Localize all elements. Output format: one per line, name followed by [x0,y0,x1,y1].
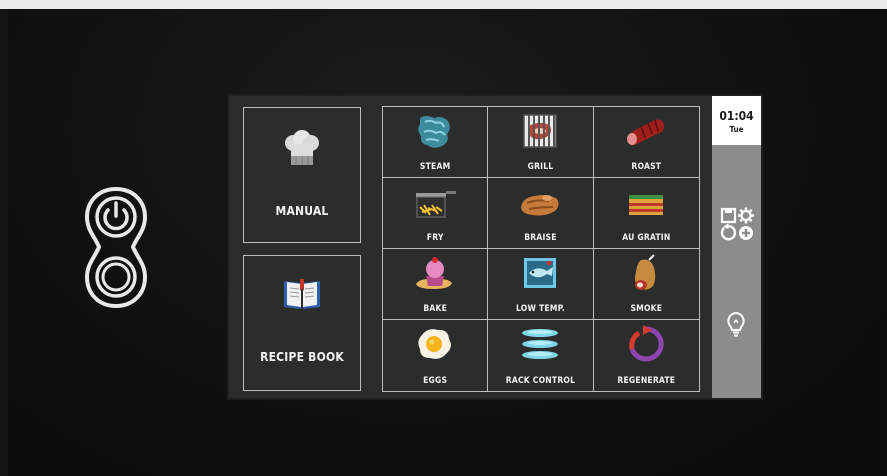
restart-icon [720,223,737,241]
program-grill-label: GRILL [527,162,554,172]
clock-day: Tue [729,125,744,134]
program-low-temp[interactable]: LOW TEMP. [488,249,594,320]
program-bake-label: BAKE [423,304,448,314]
program-fry[interactable]: FRY [383,178,489,249]
settings-icon [738,207,754,224]
rack-control-icon [522,329,559,359]
clock-display[interactable]: 01:04 Tue [712,96,761,145]
program-regenerate[interactable]: REGENERATE [594,320,699,391]
recipe-book-label: RECIPE BOOK [260,350,344,364]
manual-button[interactable]: MANUAL [243,107,361,243]
tools-icon-group[interactable] [719,206,755,242]
program-bake[interactable]: BAKE [383,249,489,320]
program-grill[interactable]: GRILL [488,107,594,178]
power-knob-outline [84,186,148,309]
program-au-gratin[interactable]: AU GRATIN [593,178,699,249]
lightbulb-icon[interactable] [725,311,747,337]
braise-icon [521,195,560,216]
top-strip [0,0,887,9]
bake-icon [416,257,453,289]
steam-icon [418,116,450,148]
program-low-temp-label: LOW TEMP. [516,304,565,314]
low-temp-icon [524,258,557,288]
program-steam[interactable]: STEAM [383,107,489,178]
program-regenerate-label: REGENERATE [617,376,676,386]
program-smoke-label: SMOKE [630,304,663,314]
touch-screen: MANUAL RECIPE BOOK STEAM GRILL ROAST FRY… [229,96,761,398]
screen-sidebar: 01:04 Tue [712,96,761,398]
roast-icon [627,119,665,146]
power-knob-control[interactable] [83,185,149,310]
recipe-book-icon [284,279,320,309]
program-rack-control-label: RACK CONTROL [505,376,576,386]
grill-icon [523,114,558,148]
smoke-icon [635,254,656,290]
program-smoke[interactable]: SMOKE [593,249,699,320]
eggs-icon [418,329,452,359]
program-fry-label: FRY [426,233,444,243]
program-roast[interactable]: ROAST [593,107,699,178]
manual-label: MANUAL [275,204,329,218]
regenerate-icon [629,325,664,362]
program-braise-label: BRAISE [524,233,557,243]
save-icon [720,207,737,224]
program-eggs-label: EGGS [423,376,448,386]
clock-time: 01:04 [719,109,754,123]
program-au-gratin-label: AU GRATIN [622,233,671,243]
au-gratin-icon [629,195,664,215]
program-roast-label: ROAST [631,162,662,172]
cooking-program-grid: STEAM GRILL ROAST FRY BRAISE AU GRATIN B… [382,106,700,392]
program-rack-control[interactable]: RACK CONTROL [488,320,594,391]
program-braise[interactable]: BRAISE [488,178,594,249]
fry-icon [416,191,457,218]
program-steam-label: STEAM [419,162,451,172]
chef-hat-icon [285,130,319,165]
recipe-book-button[interactable]: RECIPE BOOK [243,255,361,391]
program-eggs[interactable]: EGGS [383,320,489,391]
add-icon [739,226,753,240]
